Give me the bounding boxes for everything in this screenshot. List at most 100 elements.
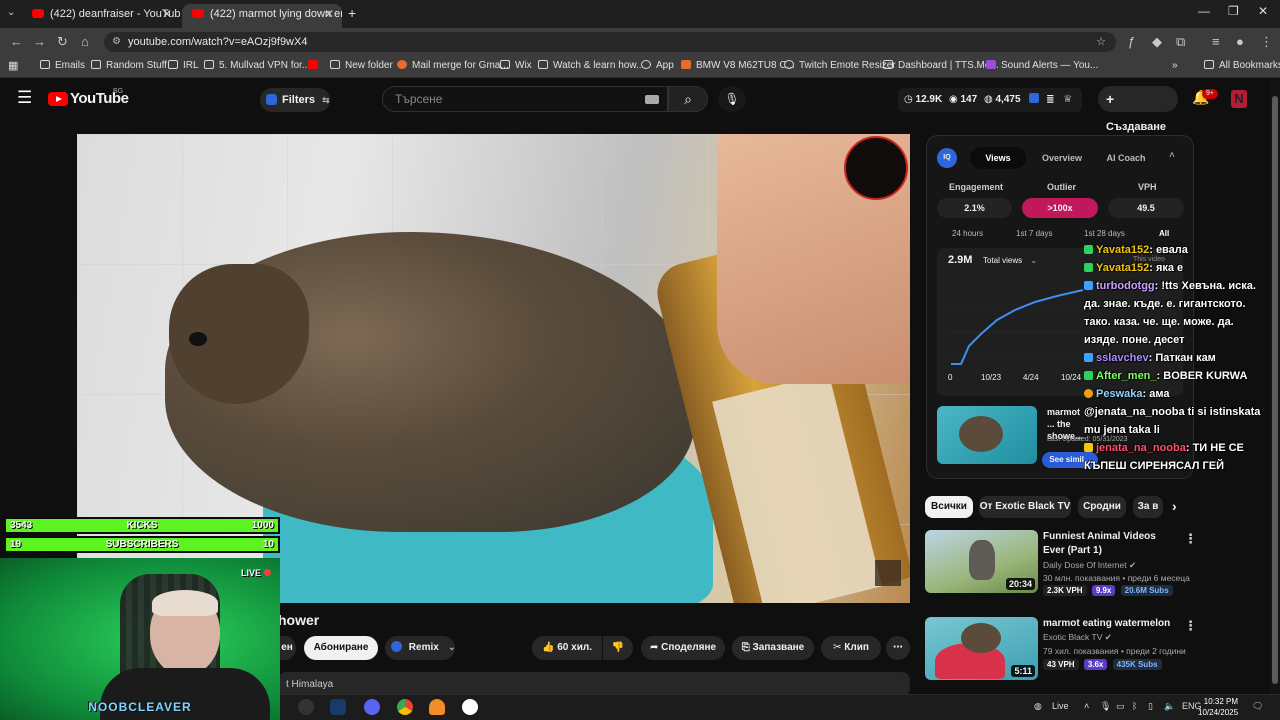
tab-views[interactable]: Views (970, 147, 1026, 169)
restore-icon[interactable]: ❐ (1228, 4, 1239, 18)
site-info-icon[interactable]: ⚙ (112, 32, 121, 52)
cloud-app-icon[interactable] (429, 699, 445, 715)
extensions-puzzle-icon[interactable]: ⧉ (1176, 34, 1185, 50)
profile-icon[interactable]: ● (1236, 34, 1244, 49)
chip-from-channel[interactable]: От Exotic Black TV (979, 496, 1071, 518)
address-bar[interactable]: ⚙ youtube.com/watch?v=eAOzj9f9wX4 ☆ (104, 32, 1116, 52)
recommendation-title[interactable]: marmot eating watermelon (1043, 617, 1173, 631)
close-tab-icon[interactable]: ✕ (162, 4, 172, 24)
more-bookmarks-icon[interactable]: » (1172, 60, 1178, 71)
browser-tab-marmot[interactable]: (422) marmot lying down enjoy ✕ (182, 4, 342, 28)
obs-icon[interactable] (462, 699, 478, 715)
bookmark-item[interactable]: Emails (40, 60, 85, 71)
bookmark-item[interactable]: App (641, 60, 674, 71)
bookmark-item[interactable]: Dashboard | TTS.Mo... (883, 60, 999, 71)
youtube-logo-icon[interactable] (48, 92, 68, 106)
bookmark-item[interactable] (308, 60, 323, 71)
hamburger-menu-icon[interactable]: ☰ (17, 88, 32, 108)
keyboard-icon[interactable] (645, 95, 659, 104)
discord-icon[interactable] (364, 699, 380, 715)
chip-related[interactable]: Сродни (1078, 496, 1126, 518)
total-views-dropdown[interactable]: Total views ⌄ (983, 256, 1037, 265)
chrome-icon[interactable] (397, 699, 413, 715)
back-icon[interactable]: ← (10, 34, 23, 49)
bars-icon[interactable]: ≣ (1046, 94, 1054, 105)
channel-watermark-logo[interactable] (844, 136, 908, 200)
tray-chevron-icon[interactable]: ˄ (1084, 701, 1089, 711)
bookmark-item[interactable]: BMW V8 M62TU8 C... (681, 60, 795, 71)
subscribe-button[interactable]: Абониране (304, 636, 378, 660)
bookmark-item[interactable]: Twitch Emote Resizer (784, 60, 896, 71)
extension-icon[interactable]: ◆ (1152, 34, 1162, 50)
reload-icon[interactable]: ↻ (57, 34, 68, 50)
close-tab-icon[interactable]: ✕ (324, 4, 334, 24)
range-first-7-days[interactable]: 1st 7 days (1016, 229, 1052, 238)
bookmark-item[interactable]: IRL (168, 60, 199, 71)
search-input[interactable]: Търсене (382, 86, 668, 112)
related-video-thumbnail[interactable] (937, 406, 1037, 464)
recommendation-channel[interactable]: Exotic Black TV ✔ (1043, 632, 1112, 643)
home-icon[interactable]: ⌂ (81, 34, 89, 49)
bluetooth-tray-icon[interactable]: ᛒ (1132, 701, 1137, 711)
live-tray-icon[interactable]: ◍ (1034, 701, 1042, 712)
recommendation-menu-icon[interactable]: ⋮ (1184, 618, 1197, 634)
recommendation-title[interactable]: Funniest Animal Videos Ever (Part 1) (1043, 530, 1173, 558)
bookmark-item[interactable]: New folder (330, 60, 393, 71)
channel-stats-widget[interactable]: ◷ 12.9K ◉ 147 ◍ 4,475 ≣ ♕ (898, 88, 1082, 112)
mic-tray-icon[interactable]: 🎙 (1100, 701, 1111, 712)
new-tab-icon[interactable]: + (348, 5, 356, 21)
browser-tab-deanfraiser[interactable]: (422) deanfraiser - YouTube ✕ (22, 4, 180, 28)
range-all[interactable]: All (1159, 229, 1169, 238)
reading-list-icon[interactable]: ≡ (1212, 34, 1220, 49)
browser-menu-icon[interactable]: ⋮ (1260, 34, 1273, 50)
volume-tray-icon[interactable]: 🔈 (1164, 701, 1175, 712)
bookmark-item[interactable]: 5. Mullvad VPN for... (204, 60, 310, 71)
page-scrollbar-thumb[interactable] (1272, 96, 1278, 684)
range-24-hours[interactable]: 24 hours (952, 229, 983, 238)
network-tray-icon[interactable]: ▭ (1116, 701, 1125, 712)
dislike-button[interactable]: 👎 (603, 636, 633, 660)
collapse-chevron-icon[interactable]: ˄ (1169, 150, 1175, 161)
tab-overview[interactable]: Overview (1034, 147, 1090, 169)
chip-all[interactable]: Всички (925, 496, 973, 518)
steam-icon[interactable] (330, 699, 346, 715)
close-window-icon[interactable]: ✕ (1258, 4, 1268, 18)
tab-ai-coach[interactable]: AI Coach (1098, 147, 1154, 169)
bookmark-item[interactable]: Sound Alerts — You... (986, 60, 1098, 71)
notifications-tray-icon[interactable]: 🗨 (1252, 701, 1263, 712)
share-button[interactable]: ➦ Споделяне (641, 636, 725, 660)
bookmark-item[interactable]: All Bookmarks (1204, 60, 1280, 71)
chip-for-you[interactable]: За в (1133, 496, 1163, 518)
more-actions-button[interactable]: ⋯ (886, 636, 910, 660)
description-box[interactable]: t Himalaya (278, 672, 910, 696)
apps-grid-icon[interactable]: ▦ (8, 59, 18, 72)
bookmark-star-icon[interactable]: ☆ (1096, 32, 1106, 52)
account-avatar[interactable]: N (1231, 90, 1247, 108)
extension-icon[interactable]: ƒ (1128, 34, 1135, 49)
recommendation-channel[interactable]: Daily Dose Of Internet ✔ (1043, 560, 1136, 571)
filters-button[interactable]: Filters ⇆ (260, 88, 330, 112)
bookmark-item[interactable]: Mail merge for Gma... (397, 60, 509, 71)
minimize-icon[interactable]: — (1198, 4, 1210, 18)
create-button[interactable]: + Създаване (1098, 86, 1178, 133)
forward-icon[interactable]: → (33, 34, 46, 49)
channel-pill-fragment[interactable]: ен (278, 636, 296, 660)
taskbar-app-icon[interactable] (298, 699, 314, 715)
recommendation-thumbnail[interactable]: 20:34 (925, 530, 1038, 593)
taskbar-clock[interactable]: 10:32 PM 10/24/2025 (1198, 696, 1238, 718)
clip-button[interactable]: ✂ Клип (821, 636, 881, 660)
remix-button[interactable]: Remix ⌄ (385, 636, 456, 660)
bookmark-item[interactable]: Random Stuff (91, 60, 167, 71)
save-button[interactable]: ⎘ Запазване (732, 636, 814, 660)
chips-next-chevron-icon[interactable]: › (1172, 498, 1177, 514)
recommendation-menu-icon[interactable]: ⋮ (1184, 531, 1197, 547)
recommendation-thumbnail[interactable]: 5:11 (925, 617, 1038, 680)
trophy-icon[interactable]: ♕ (1063, 94, 1072, 105)
search-button[interactable]: ⌕ (668, 86, 708, 112)
bookmark-item[interactable]: Watch & learn how... (538, 60, 644, 71)
range-first-28-days[interactable]: 1st 28 days (1084, 229, 1125, 238)
like-button[interactable]: 👍 60 хил. (532, 636, 602, 660)
bookmark-item[interactable]: Wix (500, 60, 532, 71)
battery-tray-icon[interactable]: ▯ (1148, 701, 1153, 712)
tab-search-icon[interactable]: ⌄ (7, 7, 15, 18)
